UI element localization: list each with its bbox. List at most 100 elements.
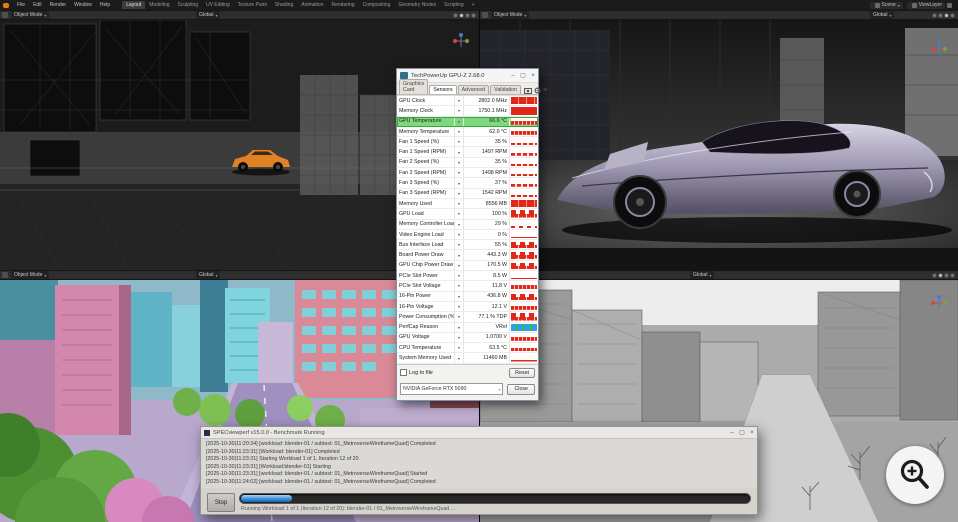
- sensor-dropdown-caret[interactable]: ▾: [455, 168, 464, 177]
- benchmark-titlebar[interactable]: SPECviewperf v15.0.0 - Benchmark Running…: [201, 427, 757, 439]
- sensor-row[interactable]: Memory Controller Load▾29 %: [397, 220, 538, 230]
- shading-mode-buttons[interactable]: [931, 273, 955, 278]
- gpuz-close-button[interactable]: Close: [507, 384, 535, 395]
- sensor-row[interactable]: GPU Load▾100 %: [397, 209, 538, 219]
- blender-logo-icon[interactable]: [3, 3, 9, 8]
- transform-orientation-selector[interactable]: Global ▾: [690, 271, 714, 279]
- menu-item-help[interactable]: Help: [96, 2, 114, 8]
- tab-advanced[interactable]: Advanced: [458, 85, 490, 94]
- sensor-row[interactable]: Fan 2 Speed (RPM)▾1498 RPM: [397, 168, 538, 178]
- menu-item-file[interactable]: File: [13, 2, 29, 8]
- solid-shading-icon[interactable]: [938, 273, 943, 278]
- maximize-button[interactable]: ▢: [737, 427, 747, 439]
- sensor-row[interactable]: 16-Pin Voltage▾12.1 V: [397, 302, 538, 312]
- sensor-dropdown-caret[interactable]: ▾: [455, 127, 464, 136]
- sensor-row[interactable]: Board Power Draw▾443.3 W: [397, 250, 538, 260]
- shading-mode-buttons[interactable]: [931, 13, 955, 18]
- sensor-dropdown-caret[interactable]: ▾: [455, 230, 464, 239]
- close-button[interactable]: ×: [528, 70, 538, 82]
- mode-selector[interactable]: Object Mode ▾: [491, 11, 529, 19]
- sensor-dropdown-caret[interactable]: ▾: [455, 323, 464, 332]
- sensor-dropdown-caret[interactable]: ▾: [455, 353, 464, 362]
- sensor-dropdown-caret[interactable]: ▾: [455, 96, 464, 105]
- editor-type-icon[interactable]: [2, 12, 8, 18]
- sensor-dropdown-caret[interactable]: ▾: [455, 261, 464, 270]
- sensor-dropdown-caret[interactable]: ▾: [455, 178, 464, 187]
- filter-icon[interactable]: [947, 3, 952, 8]
- navigation-gizmo[interactable]: [930, 294, 948, 312]
- wireframe-shading-icon[interactable]: [932, 13, 937, 18]
- sensor-dropdown-caret[interactable]: ▾: [455, 281, 464, 290]
- workspace-tab-shading[interactable]: Shading: [271, 1, 297, 9]
- workspace-tab-sculpting[interactable]: Sculpting: [174, 1, 203, 9]
- sensor-dropdown-caret[interactable]: ▾: [455, 220, 464, 229]
- rendered-shading-icon[interactable]: [471, 13, 476, 18]
- tab-validation[interactable]: Validation: [490, 85, 521, 94]
- sensor-row[interactable]: PerfCap Reason▾VRel: [397, 323, 538, 333]
- mode-selector[interactable]: Object Mode ▾: [11, 11, 49, 19]
- workspace-tab-compositing[interactable]: Compositing: [359, 1, 395, 9]
- sensor-row[interactable]: GPU Clock▾2802.0 MHz: [397, 96, 538, 106]
- sensor-row[interactable]: Video Engine Load▾0 %: [397, 230, 538, 240]
- rendered-shading-icon[interactable]: [950, 273, 955, 278]
- stop-button[interactable]: Stop: [207, 493, 235, 512]
- close-button[interactable]: ×: [747, 427, 757, 439]
- sensor-row[interactable]: Fan 2 Speed (%)▾35 %: [397, 158, 538, 168]
- transform-orientation-selector[interactable]: Global ▾: [196, 11, 220, 19]
- tab-graphics-card[interactable]: Graphics Card: [399, 79, 428, 94]
- gpu-selector-dropdown[interactable]: NVIDIA GeForce RTX 5090 ▾: [400, 383, 503, 395]
- workspace-tab-layout[interactable]: Layout: [122, 1, 145, 9]
- menu-icon[interactable]: ≡: [543, 87, 547, 94]
- viewlayer-selector[interactable]: ViewLayer: [907, 2, 945, 9]
- shading-mode-buttons[interactable]: [452, 13, 476, 18]
- sensor-row[interactable]: PCIe Slot Power▾8.5 W: [397, 271, 538, 281]
- sensor-dropdown-caret[interactable]: ▾: [455, 250, 464, 259]
- sensor-row[interactable]: Memory Used▾8556 MB: [397, 199, 538, 209]
- sensor-dropdown-caret[interactable]: ▾: [455, 147, 464, 156]
- benchmark-log[interactable]: [2025-10-30|11:20:34] [workload: blender…: [201, 439, 757, 488]
- editor-type-icon[interactable]: [2, 272, 8, 278]
- navigation-gizmo[interactable]: [930, 40, 948, 58]
- sensor-dropdown-caret[interactable]: ▾: [455, 271, 464, 280]
- sensor-dropdown-caret[interactable]: ▾: [455, 189, 464, 198]
- menu-item-edit[interactable]: Edit: [29, 2, 46, 8]
- material-shading-icon[interactable]: [944, 273, 949, 278]
- sensor-dropdown-caret[interactable]: ▾: [455, 292, 464, 301]
- sensor-dropdown-caret[interactable]: ▾: [455, 312, 464, 321]
- wireframe-shading-icon[interactable]: [932, 273, 937, 278]
- mode-selector[interactable]: Object Mode ▾: [11, 271, 49, 279]
- sensor-dropdown-caret[interactable]: ▾: [455, 137, 464, 146]
- sensor-dropdown-caret[interactable]: ▾: [455, 158, 464, 167]
- editor-type-icon[interactable]: [482, 12, 488, 18]
- sensor-row[interactable]: Fan 3 Speed (RPM)▾1542 RPM: [397, 189, 538, 199]
- material-shading-icon[interactable]: [465, 13, 470, 18]
- workspace-tab-geometry-nodes[interactable]: Geometry Nodes: [394, 1, 440, 9]
- scene-selector[interactable]: Scene ▾: [870, 2, 903, 9]
- menu-item-render[interactable]: Render: [46, 2, 70, 8]
- sensor-dropdown-caret[interactable]: ▾: [455, 333, 464, 342]
- sensor-row[interactable]: Fan 1 Speed (RPM)▾1497 RPM: [397, 147, 538, 157]
- viewport-top-right[interactable]: [480, 20, 958, 270]
- solid-shading-icon[interactable]: [938, 13, 943, 18]
- sensor-dropdown-caret[interactable]: ▾: [455, 199, 464, 208]
- tab-sensors[interactable]: Sensors: [429, 85, 456, 94]
- minimize-button[interactable]: –: [727, 427, 737, 439]
- material-shading-icon[interactable]: [944, 13, 949, 18]
- sensor-row[interactable]: Memory Clock▾1750.1 MHz: [397, 106, 538, 116]
- sensor-row[interactable]: 16-Pin Power▾436.8 W: [397, 292, 538, 302]
- workspace-tab-uv-editing[interactable]: UV Editing: [202, 1, 234, 9]
- camera-icon[interactable]: [524, 87, 532, 94]
- sensor-row[interactable]: Fan 1 Speed (%)▾35 %: [397, 137, 538, 147]
- sensor-dropdown-caret[interactable]: ▾: [455, 302, 464, 311]
- sensor-row[interactable]: Power Consumption (%)▾77.1 % TDP: [397, 312, 538, 322]
- transform-orientation-selector[interactable]: Global ▾: [870, 11, 894, 19]
- sensor-row[interactable]: System Memory Used▾11460 MB: [397, 353, 538, 363]
- reset-button[interactable]: Reset: [509, 368, 535, 378]
- workspace-tab-scripting[interactable]: Scripting: [440, 1, 467, 9]
- sensor-dropdown-caret[interactable]: ▾: [455, 209, 464, 218]
- zoom-in-button[interactable]: [886, 446, 944, 504]
- menu-item-window[interactable]: Window: [70, 2, 96, 8]
- workspace-tab--[interactable]: +: [468, 1, 479, 9]
- settings-icon[interactable]: [534, 87, 541, 94]
- workspace-tab-animation[interactable]: Animation: [297, 1, 327, 9]
